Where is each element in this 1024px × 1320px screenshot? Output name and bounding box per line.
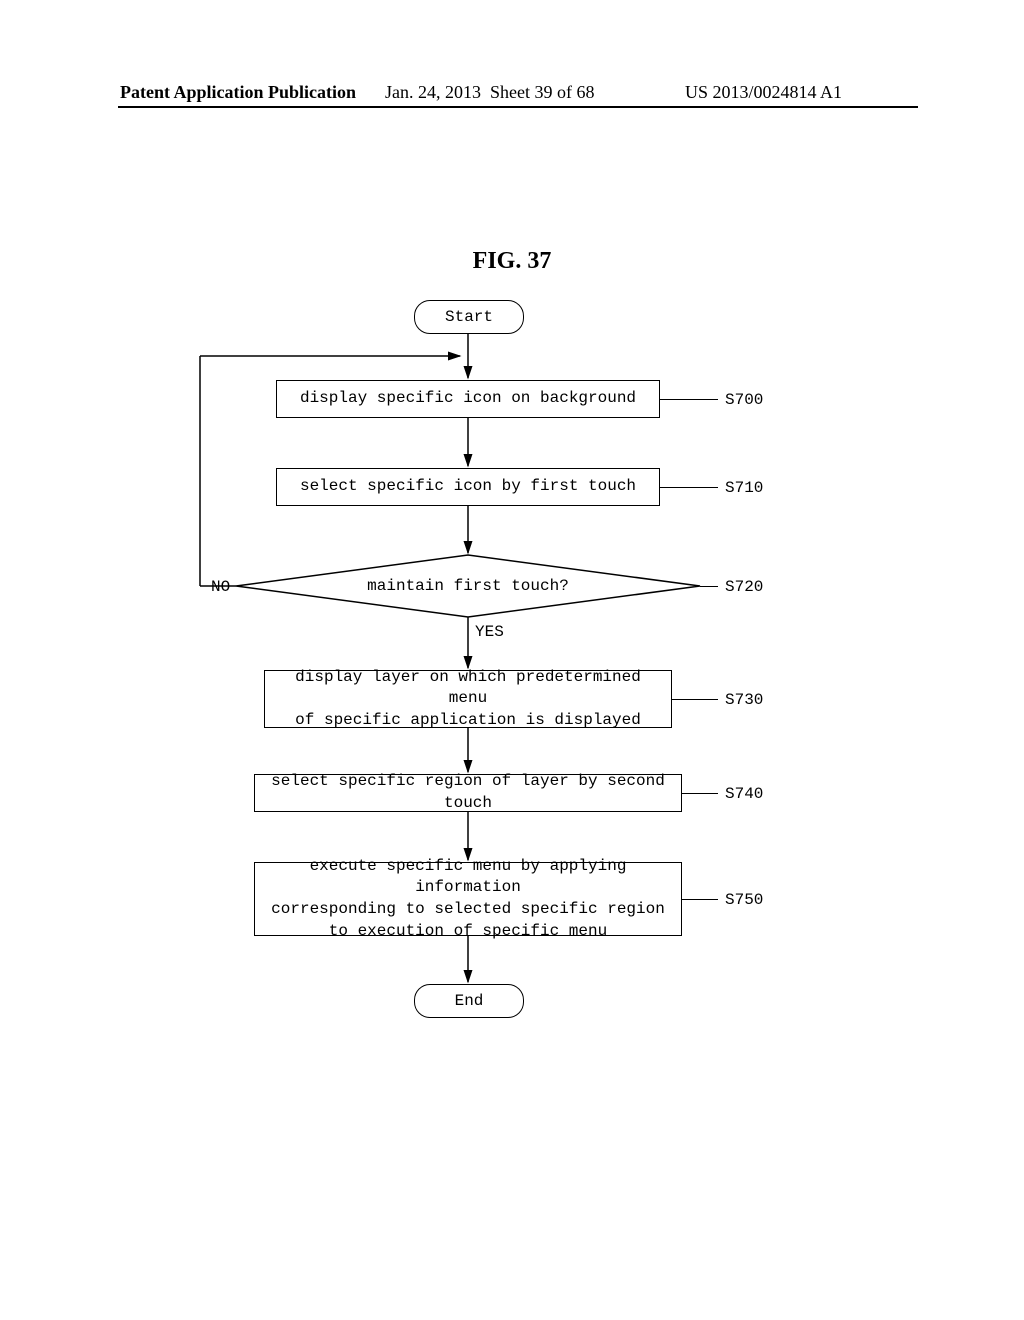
decision-s720-text: maintain first touch? (0, 577, 936, 595)
header-pubno: US 2013/0024814 A1 (685, 82, 842, 103)
step-label-s740: S740 (725, 785, 763, 803)
header-left: Patent Application Publication (120, 82, 356, 103)
step-label-s750: S750 (725, 891, 763, 909)
header-rule (118, 106, 918, 108)
step-label-s710: S710 (725, 479, 763, 497)
process-s710: select specific icon by first touch (276, 468, 660, 506)
branch-no: NO (211, 578, 230, 596)
figure-title: FIG. 37 (0, 248, 1024, 275)
header-date: Jan. 24, 2013 Sheet 39 of 68 (385, 82, 594, 103)
step-label-s730: S730 (725, 691, 763, 709)
process-s730: display layer on which predetermined men… (264, 670, 672, 728)
connector-dash (660, 399, 718, 400)
connector-dash (700, 586, 718, 587)
process-s740: select specific region of layer by secon… (254, 774, 682, 812)
connector-dash (672, 699, 718, 700)
terminal-end: End (414, 984, 524, 1018)
process-s750: execute specific menu by applying inform… (254, 862, 682, 936)
process-s700: display specific icon on background (276, 380, 660, 418)
connector-dash (660, 487, 718, 488)
connector-dash (682, 899, 718, 900)
terminal-start: Start (414, 300, 524, 334)
branch-yes: YES (475, 623, 504, 641)
step-label-s700: S700 (725, 391, 763, 409)
step-label-s720: S720 (725, 578, 763, 596)
connector-dash (682, 793, 718, 794)
